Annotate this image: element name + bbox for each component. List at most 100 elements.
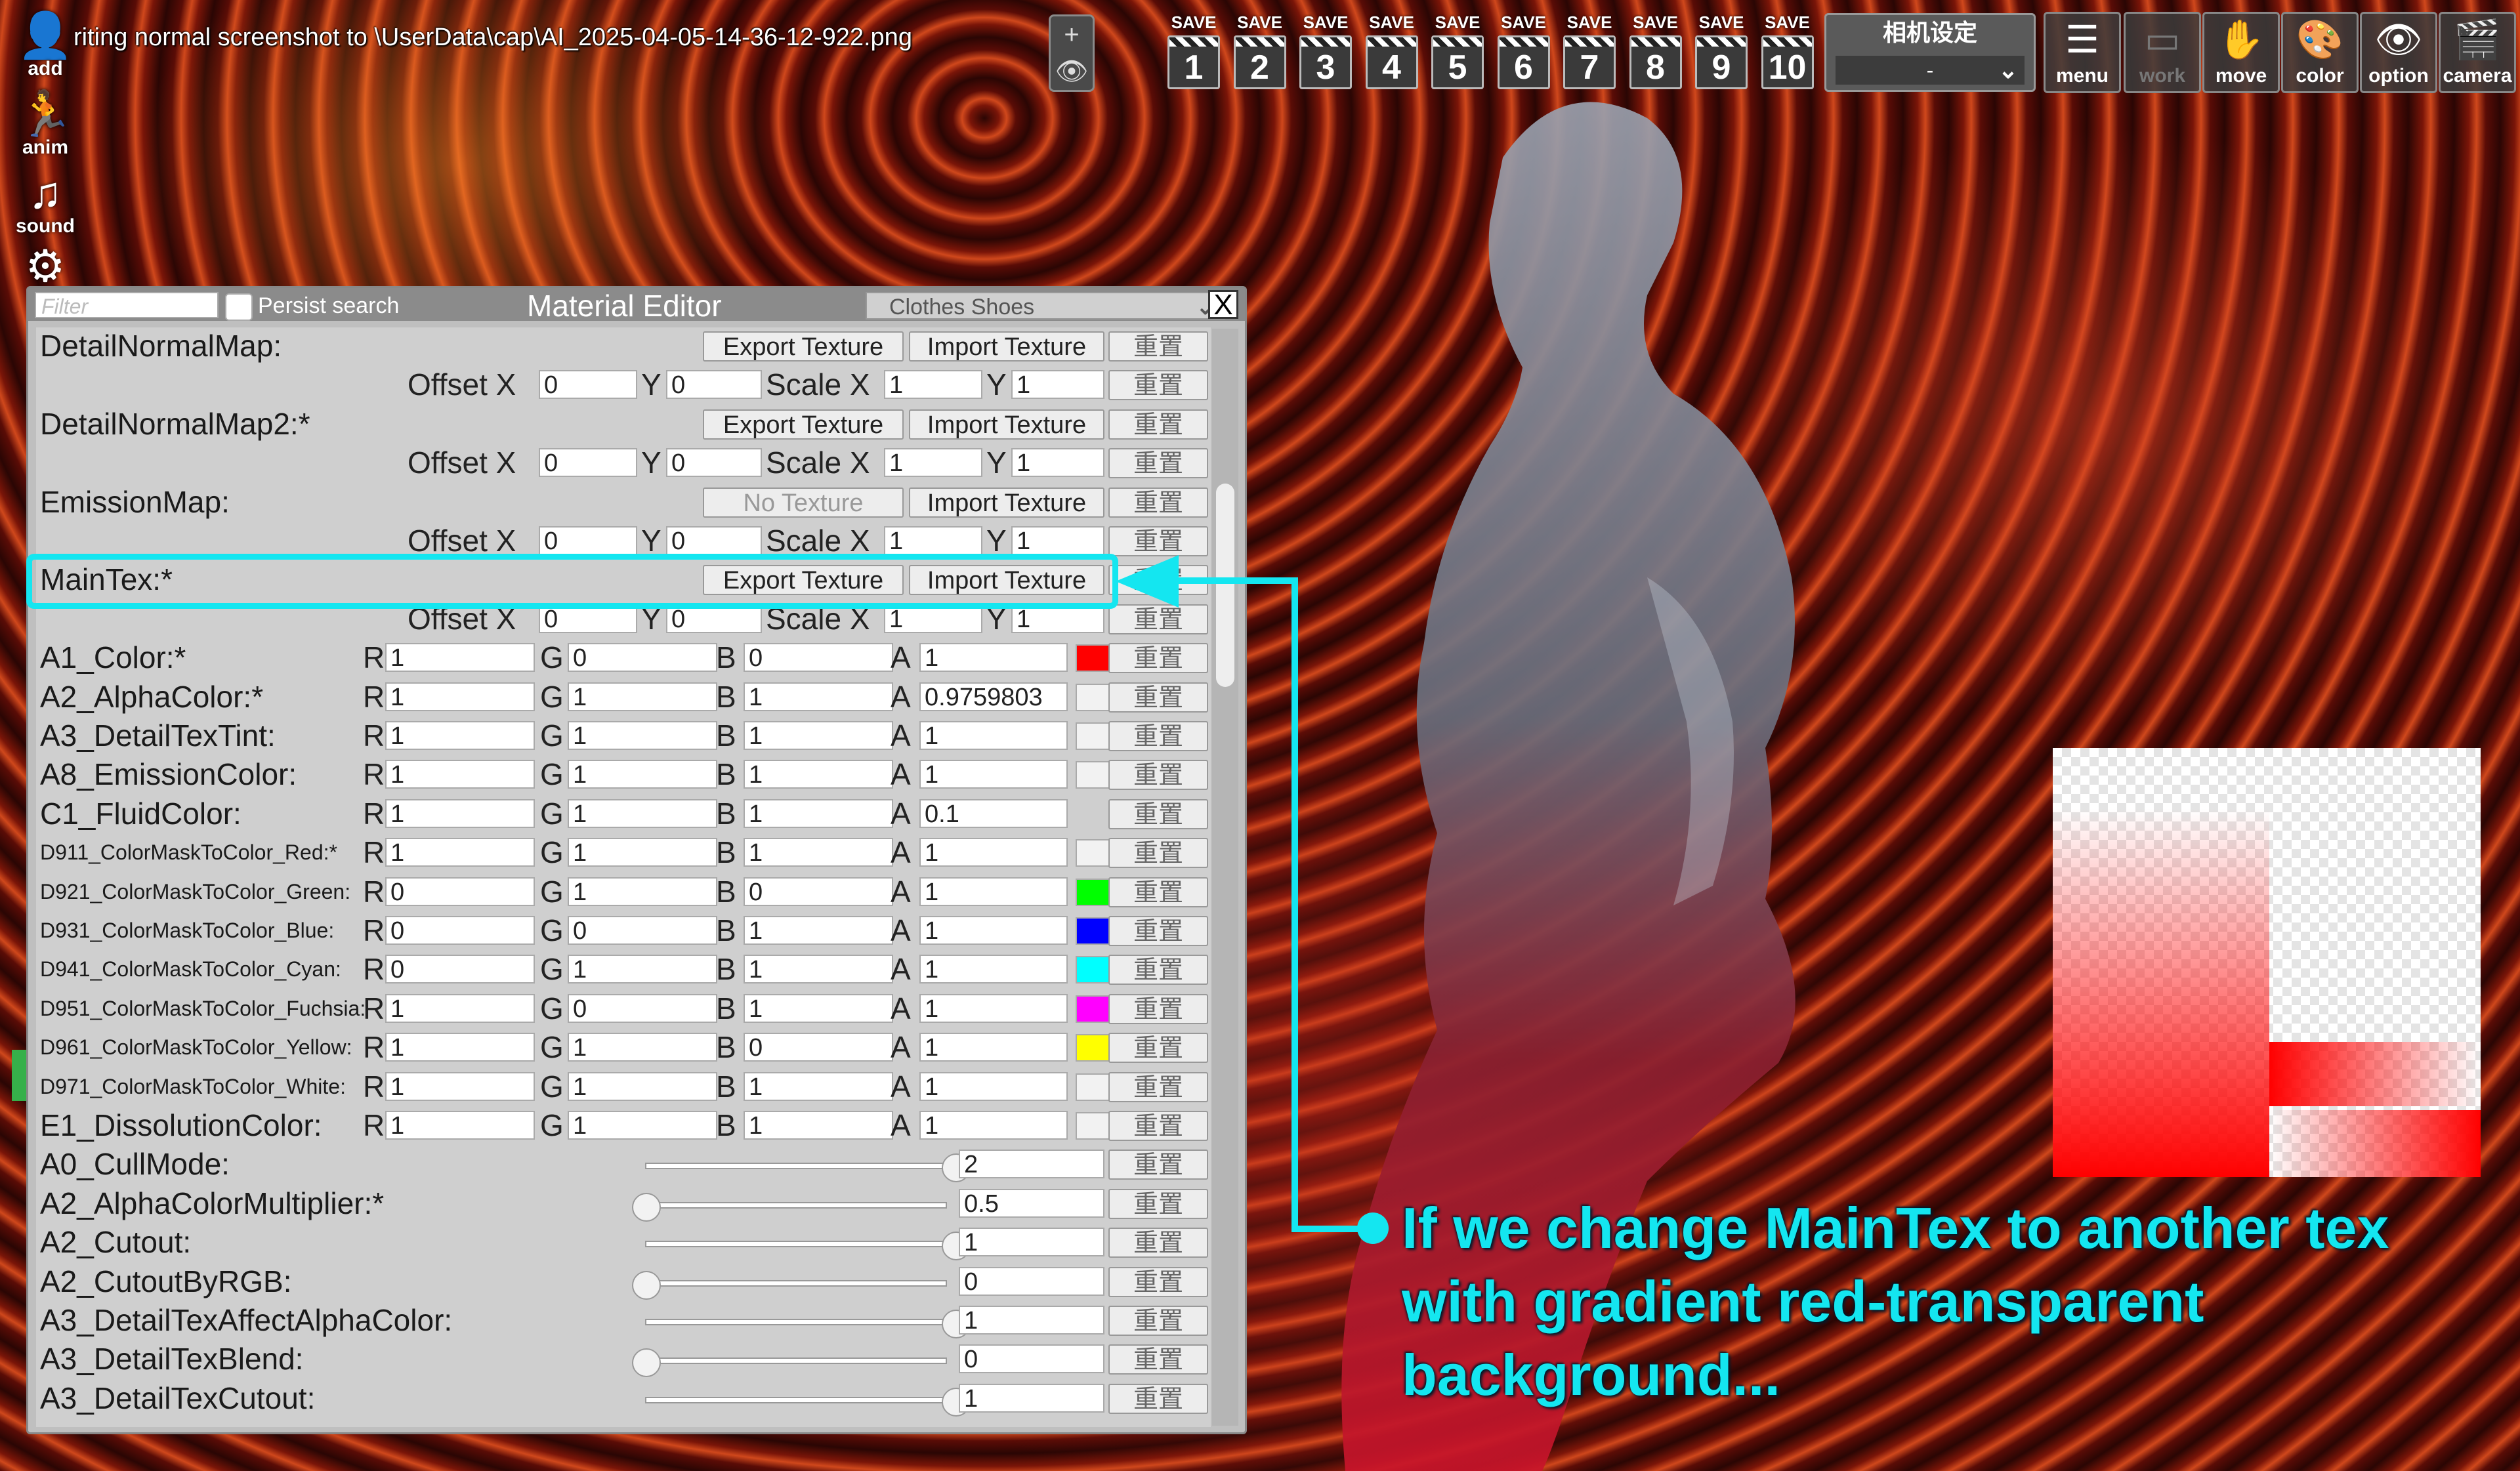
channel-b-field[interactable]: 0 <box>744 877 893 906</box>
offset-x-field[interactable]: 0 <box>539 526 637 555</box>
channel-a-field[interactable]: 1 <box>919 1033 1068 1062</box>
slider-track[interactable] <box>645 1241 947 1248</box>
work-button[interactable]: ▭ work <box>2124 12 2201 93</box>
reset-button[interactable]: 重置 <box>1108 993 1208 1024</box>
save-slot-5[interactable]: SAVE 5 <box>1429 12 1486 89</box>
channel-g-field[interactable]: 1 <box>568 838 717 867</box>
import-texture-button[interactable]: Import Texture <box>909 487 1104 518</box>
channel-g-field[interactable]: 1 <box>568 1071 717 1101</box>
save-slot-3[interactable]: SAVE 3 <box>1297 12 1354 89</box>
save-slot-6[interactable]: SAVE 6 <box>1496 12 1552 89</box>
camera-button[interactable]: 🎬 camera <box>2439 12 2516 93</box>
save-slot-7[interactable]: SAVE 7 <box>1561 12 1618 89</box>
channel-g-field[interactable]: 1 <box>568 1111 717 1140</box>
scale-y-field[interactable]: 1 <box>1011 370 1104 400</box>
scrollbar[interactable] <box>1212 329 1238 1426</box>
channel-r-field[interactable]: 1 <box>385 721 535 750</box>
scale-x-field[interactable]: 1 <box>884 370 982 400</box>
offset-y-field[interactable]: 0 <box>666 448 762 478</box>
channel-b-field[interactable]: 1 <box>744 1111 893 1140</box>
channel-r-field[interactable]: 1 <box>385 760 535 789</box>
channel-a-field[interactable]: 1 <box>919 1111 1068 1140</box>
channel-a-field[interactable]: 1 <box>919 955 1068 984</box>
channel-a-field[interactable]: 1 <box>919 760 1068 789</box>
channel-r-field[interactable]: 1 <box>385 798 535 828</box>
channel-a-field[interactable]: 1 <box>919 838 1068 867</box>
channel-g-field[interactable]: 1 <box>568 877 717 906</box>
reset-button[interactable]: 重置 <box>1108 643 1208 674</box>
reset-button[interactable]: 重置 <box>1108 1383 1208 1414</box>
channel-r-field[interactable]: 1 <box>385 993 535 1023</box>
channel-g-field[interactable]: 1 <box>568 955 717 984</box>
camera-settings-dropdown[interactable]: 相机设定 - ⌄ <box>1824 13 2036 92</box>
channel-b-field[interactable]: 0 <box>744 1033 893 1062</box>
channel-a-field[interactable]: 1 <box>919 721 1068 750</box>
channel-g-field[interactable]: 1 <box>568 721 717 750</box>
slider-track[interactable] <box>645 1201 947 1209</box>
channel-b-field[interactable]: 1 <box>744 993 893 1023</box>
offset-y-field[interactable]: 0 <box>666 526 762 555</box>
float-value-field[interactable]: 1 <box>959 1228 1104 1257</box>
menu-button[interactable]: ☰ menu <box>2044 12 2121 93</box>
reset-button[interactable]: 重置 <box>1108 1306 1208 1336</box>
save-slot-10[interactable]: SAVE 10 <box>1759 12 1816 89</box>
channel-b-field[interactable]: 0 <box>744 643 893 673</box>
reset-button[interactable]: 重置 <box>1108 448 1208 479</box>
channel-g-field[interactable]: 0 <box>568 643 717 673</box>
reset-button[interactable]: 重置 <box>1108 1266 1208 1297</box>
channel-r-field[interactable]: 1 <box>385 1071 535 1101</box>
float-value-field[interactable]: 0 <box>959 1344 1104 1374</box>
float-value-field[interactable]: 0 <box>959 1266 1104 1296</box>
slider-track[interactable] <box>645 1163 947 1170</box>
float-value-field[interactable]: 1 <box>959 1383 1104 1413</box>
camera-settings-value[interactable]: - ⌄ <box>1836 56 2025 85</box>
channel-b-field[interactable]: 1 <box>744 682 893 711</box>
scale-y-field[interactable]: 1 <box>1011 448 1104 478</box>
reset-button[interactable]: 重置 <box>1108 487 1208 518</box>
offset-y-field[interactable]: 0 <box>666 370 762 400</box>
sound-tool[interactable]: ♫ sound <box>10 169 80 241</box>
slider-track[interactable] <box>645 1319 947 1325</box>
channel-r-field[interactable]: 0 <box>385 955 535 984</box>
export-texture-button[interactable]: No Texture <box>703 487 904 518</box>
float-value-field[interactable]: 1 <box>959 1306 1104 1335</box>
channel-a-field[interactable]: 1 <box>919 643 1068 673</box>
reset-button[interactable]: 重置 <box>1108 798 1208 829</box>
save-slot-2[interactable]: SAVE 2 <box>1232 12 1288 89</box>
channel-a-field[interactable]: 1 <box>919 877 1068 906</box>
reset-button[interactable]: 重置 <box>1108 409 1208 440</box>
reset-button[interactable]: 重置 <box>1108 916 1208 946</box>
channel-a-field[interactable]: 1 <box>919 1071 1068 1101</box>
export-texture-button[interactable]: Export Texture <box>703 409 904 440</box>
option-button[interactable]: 👁 option <box>2360 12 2437 93</box>
channel-b-field[interactable]: 1 <box>744 1071 893 1101</box>
channel-r-field[interactable]: 1 <box>385 643 535 673</box>
save-slot-4[interactable]: SAVE 4 <box>1364 12 1420 89</box>
float-value-field[interactable]: 0.5 <box>959 1188 1104 1218</box>
slider-knob[interactable] <box>632 1270 661 1300</box>
category-dropdown[interactable]: Clothes Shoes ⌄ <box>866 292 1225 320</box>
reset-button[interactable]: 重置 <box>1108 1071 1208 1102</box>
reset-button[interactable]: 重置 <box>1108 526 1208 556</box>
scale-y-field[interactable]: 1 <box>1011 526 1104 555</box>
import-texture-button[interactable]: Import Texture <box>909 409 1104 440</box>
channel-a-field[interactable]: 1 <box>919 916 1068 945</box>
reset-button[interactable]: 重置 <box>1108 682 1208 713</box>
side-green-tab[interactable] <box>12 1050 26 1101</box>
slider-knob[interactable] <box>632 1348 661 1378</box>
slider-track[interactable] <box>645 1357 947 1365</box>
reset-button[interactable]: 重置 <box>1108 1150 1208 1180</box>
save-slot-1[interactable]: SAVE 1 <box>1166 12 1222 89</box>
scrollbar-thumb[interactable] <box>1216 484 1234 687</box>
close-button[interactable]: X <box>1208 290 1238 320</box>
reset-button[interactable]: 重置 <box>1108 1188 1208 1219</box>
channel-a-field[interactable]: 0.1 <box>919 798 1068 828</box>
slider-track[interactable] <box>645 1279 947 1287</box>
channel-b-field[interactable]: 1 <box>744 798 893 828</box>
reset-button[interactable]: 重置 <box>1108 370 1208 401</box>
slider-knob[interactable] <box>632 1192 661 1222</box>
reset-button[interactable]: 重置 <box>1108 721 1208 751</box>
slider-track[interactable] <box>645 1396 947 1403</box>
channel-g-field[interactable]: 1 <box>568 760 717 789</box>
reset-button[interactable]: 重置 <box>1108 760 1208 791</box>
